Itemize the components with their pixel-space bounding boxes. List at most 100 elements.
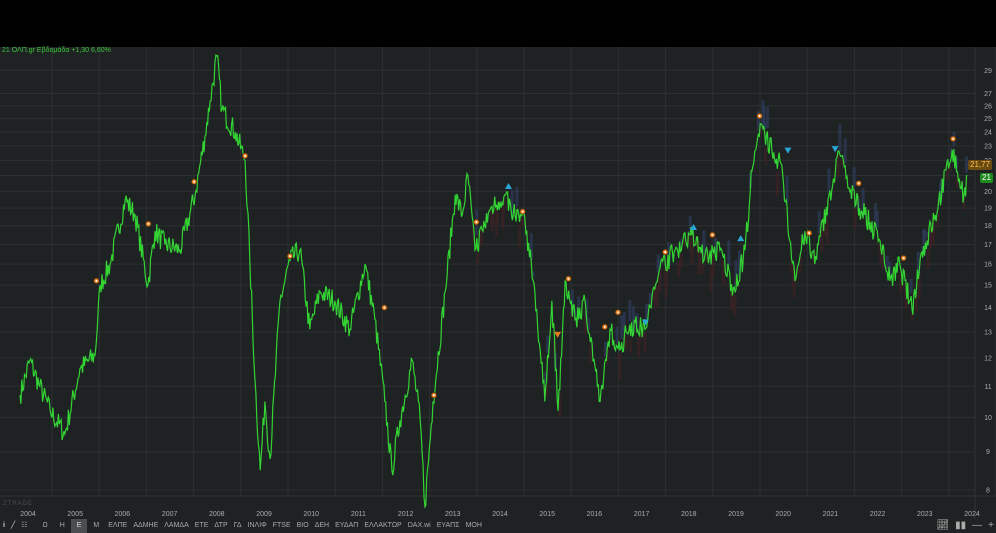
x-tick-label: 2018 xyxy=(681,511,697,518)
x-tick-label: 2010 xyxy=(303,511,319,518)
symbol-tab[interactable]: ΕΥΑΠΣ xyxy=(434,519,463,533)
signal-dot xyxy=(857,182,860,185)
buy-triangle-icon xyxy=(737,235,745,242)
signal-dot xyxy=(147,222,150,225)
signal-dot xyxy=(567,277,570,280)
signal-bar xyxy=(491,216,495,225)
chart-legend: 21 ΟΛΠ.gr Εβδομάδα +1,30 6,60% xyxy=(2,47,111,54)
interval-1[interactable]: Η xyxy=(54,519,71,533)
signal-dot xyxy=(475,221,478,224)
signal-dot xyxy=(808,232,811,235)
signal-dot xyxy=(244,154,247,157)
y-tick-label: 9 xyxy=(986,449,990,456)
symbol-tab[interactable]: FTSE xyxy=(270,519,294,533)
y-tick-label: 27 xyxy=(984,91,992,98)
symbol-tab[interactable]: ΕΛΛΑΚΤΩΡ xyxy=(361,519,404,533)
chart-canvas[interactable]: 2004 2005 2006 2007 2008 2009 2010 2011 2012 2013… xyxy=(0,47,996,519)
zoom-in-icon[interactable]: + xyxy=(988,519,994,533)
signal-bar xyxy=(620,315,624,340)
y-tick-label: 16 xyxy=(984,262,992,269)
symbol-tab[interactable]: ΕΥΔΑΠ xyxy=(332,519,361,533)
signal-bar xyxy=(825,218,829,244)
symbol-tab[interactable]: ΕΛΠΕ xyxy=(105,519,130,533)
sell-triangle-icon xyxy=(784,147,792,154)
signal-bar xyxy=(618,352,622,379)
indicators-icon[interactable]: 📈︎ xyxy=(936,519,949,533)
y-tick-label: 14 xyxy=(984,305,992,312)
signal-bar xyxy=(698,250,702,270)
last-price-tag: 21,77 xyxy=(968,160,993,170)
x-tick-label: 2022 xyxy=(870,511,886,518)
y-tick-label: 12 xyxy=(984,355,992,362)
signal-dot xyxy=(95,279,98,282)
bottom-toolbar: i ╱ ☷ ΩΗΕΜ ΕΛΠΕ ΑΔΜΗΕ ΛΑΜΔΑ ΕΤΕ ΔΤΡ ΓΔ ΙΝΛΙΦ FT… xyxy=(0,519,996,533)
signal-bar xyxy=(843,138,847,164)
signal-bar xyxy=(827,168,831,193)
x-tick-label: 2011 xyxy=(351,511,366,518)
symbol-tab[interactable]: ΕΤΕ xyxy=(192,519,212,533)
sell-triangle-icon xyxy=(554,331,562,338)
signal-bar xyxy=(615,326,619,344)
x-tick-label: 2006 xyxy=(115,511,131,518)
signal-bar xyxy=(518,224,522,250)
signal-bar xyxy=(655,284,659,308)
buy-triangle-icon xyxy=(504,183,512,190)
price-line xyxy=(19,53,968,509)
signal-bar xyxy=(515,186,519,207)
symbol-tab[interactable]: ΒΙΟ xyxy=(294,519,312,533)
symbol-tab[interactable]: ΙΝΛΙΦ xyxy=(245,519,270,533)
info-icon[interactable]: i xyxy=(0,519,8,533)
y-tick-label: 18 xyxy=(984,223,992,230)
symbol-tab[interactable]: ΑΔΜΗΕ xyxy=(130,519,161,533)
y-tick-label: 24 xyxy=(984,129,992,136)
y-tick-label: 29 xyxy=(984,68,992,75)
y-tick-label: 19 xyxy=(984,206,992,213)
x-tick-label: 2014 xyxy=(492,511,508,518)
symbol-tab[interactable]: ΓΔ xyxy=(231,519,245,533)
signal-bar xyxy=(853,209,857,230)
y-tick-label: 11 xyxy=(984,384,991,391)
x-tick-label: 2009 xyxy=(256,511,272,518)
signal-bar xyxy=(885,255,889,270)
signal-bar xyxy=(909,278,913,294)
signal-dot xyxy=(521,210,524,213)
x-tick-label: 2004 xyxy=(20,511,36,518)
signal-bar xyxy=(588,345,592,365)
grid-icon[interactable]: ☷ xyxy=(18,519,30,533)
signal-bar xyxy=(677,260,681,277)
symbol-tab[interactable]: DAX.wi xyxy=(405,519,434,533)
zoom-out-icon[interactable]: — xyxy=(972,519,982,533)
x-tick-label: 2013 xyxy=(445,511,461,518)
interval-0[interactable]: Ω xyxy=(36,519,53,533)
signal-dot xyxy=(902,257,905,260)
x-tick-label: 2024 xyxy=(964,511,980,518)
x-tick-label: 2008 xyxy=(209,511,225,518)
y-tick-label: 17 xyxy=(984,242,992,249)
interval-2[interactable]: Ε xyxy=(70,519,88,533)
symbol-tab[interactable]: ΔΤΡ xyxy=(211,519,230,533)
signal-bar xyxy=(762,105,766,124)
y-tick-label: 8 xyxy=(986,488,990,495)
line-tool-icon[interactable]: ╱ xyxy=(8,519,18,533)
signal-dot xyxy=(758,115,761,118)
y-tick-label: 10 xyxy=(984,415,992,422)
signal-dot xyxy=(952,137,955,140)
top-black-bar xyxy=(0,0,996,47)
symbol-tab[interactable]: ΜΟΗ xyxy=(463,519,485,533)
signal-bar xyxy=(495,213,499,224)
x-tick-label: 2023 xyxy=(917,511,933,518)
interval-3[interactable]: Μ xyxy=(87,519,105,533)
y-tick-label: 13 xyxy=(984,329,992,336)
symbol-tab[interactable]: ΛΑΜΔΑ xyxy=(161,519,192,533)
symbol-tab[interactable]: ΔΕΗ xyxy=(312,519,332,533)
volume-icon[interactable]: ▮▮ xyxy=(955,519,966,533)
signal-bar xyxy=(664,273,668,299)
signal-bar xyxy=(764,147,768,166)
signal-bar xyxy=(838,124,842,152)
x-tick-label: 2005 xyxy=(67,511,83,518)
x-tick-label: 2012 xyxy=(398,511,414,518)
signal-bar xyxy=(733,294,737,316)
price-chart[interactable]: 2004 2005 2006 2007 2008 2009 2010 2011 2012 2013… xyxy=(0,47,996,533)
signal-bar xyxy=(701,265,705,275)
signal-dot xyxy=(383,306,386,309)
